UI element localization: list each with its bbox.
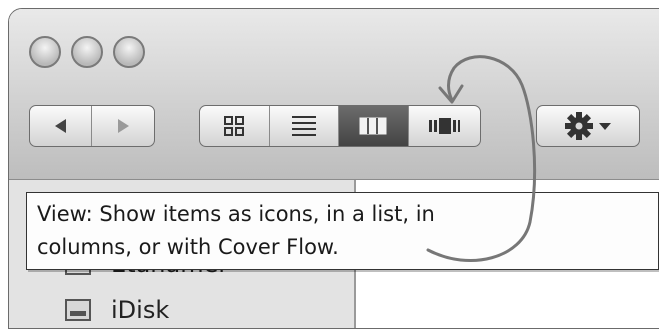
action-menu-button[interactable] [536, 105, 640, 147]
list-view-icon [291, 116, 316, 136]
close-button[interactable] [29, 36, 61, 68]
finder-window: Etanamer iDisk [8, 8, 659, 329]
sidebar-item-idisk[interactable]: iDisk [65, 296, 169, 324]
action-menu-content [537, 106, 639, 146]
sidebar-item-label: iDisk [111, 296, 170, 324]
tooltip-line-1: View: Show items as icons, in a list, in [37, 202, 435, 226]
column-view-icon [359, 117, 387, 135]
cover-flow-icon [429, 118, 461, 134]
list-view-button[interactable] [270, 106, 339, 146]
forward-arrow-icon [118, 119, 129, 133]
gear-icon [565, 112, 593, 140]
view-tooltip: View: Show items as icons, in a list, in… [26, 192, 659, 270]
zoom-button[interactable] [113, 36, 145, 68]
icon-view-icon [224, 116, 245, 136]
forward-button[interactable] [92, 106, 154, 146]
tooltip-line-2: columns, or with Cover Flow. [37, 235, 339, 259]
chevron-down-icon [599, 123, 611, 130]
column-view-button[interactable] [339, 106, 409, 146]
back-button[interactable] [30, 106, 92, 146]
disk-icon [65, 299, 91, 321]
cover-flow-view-button[interactable] [409, 106, 480, 146]
back-forward-control [29, 105, 155, 147]
view-mode-control [199, 105, 481, 147]
back-arrow-icon [54, 119, 66, 133]
toolbar [9, 9, 659, 180]
icon-view-button[interactable] [200, 106, 270, 146]
minimize-button[interactable] [71, 36, 103, 68]
